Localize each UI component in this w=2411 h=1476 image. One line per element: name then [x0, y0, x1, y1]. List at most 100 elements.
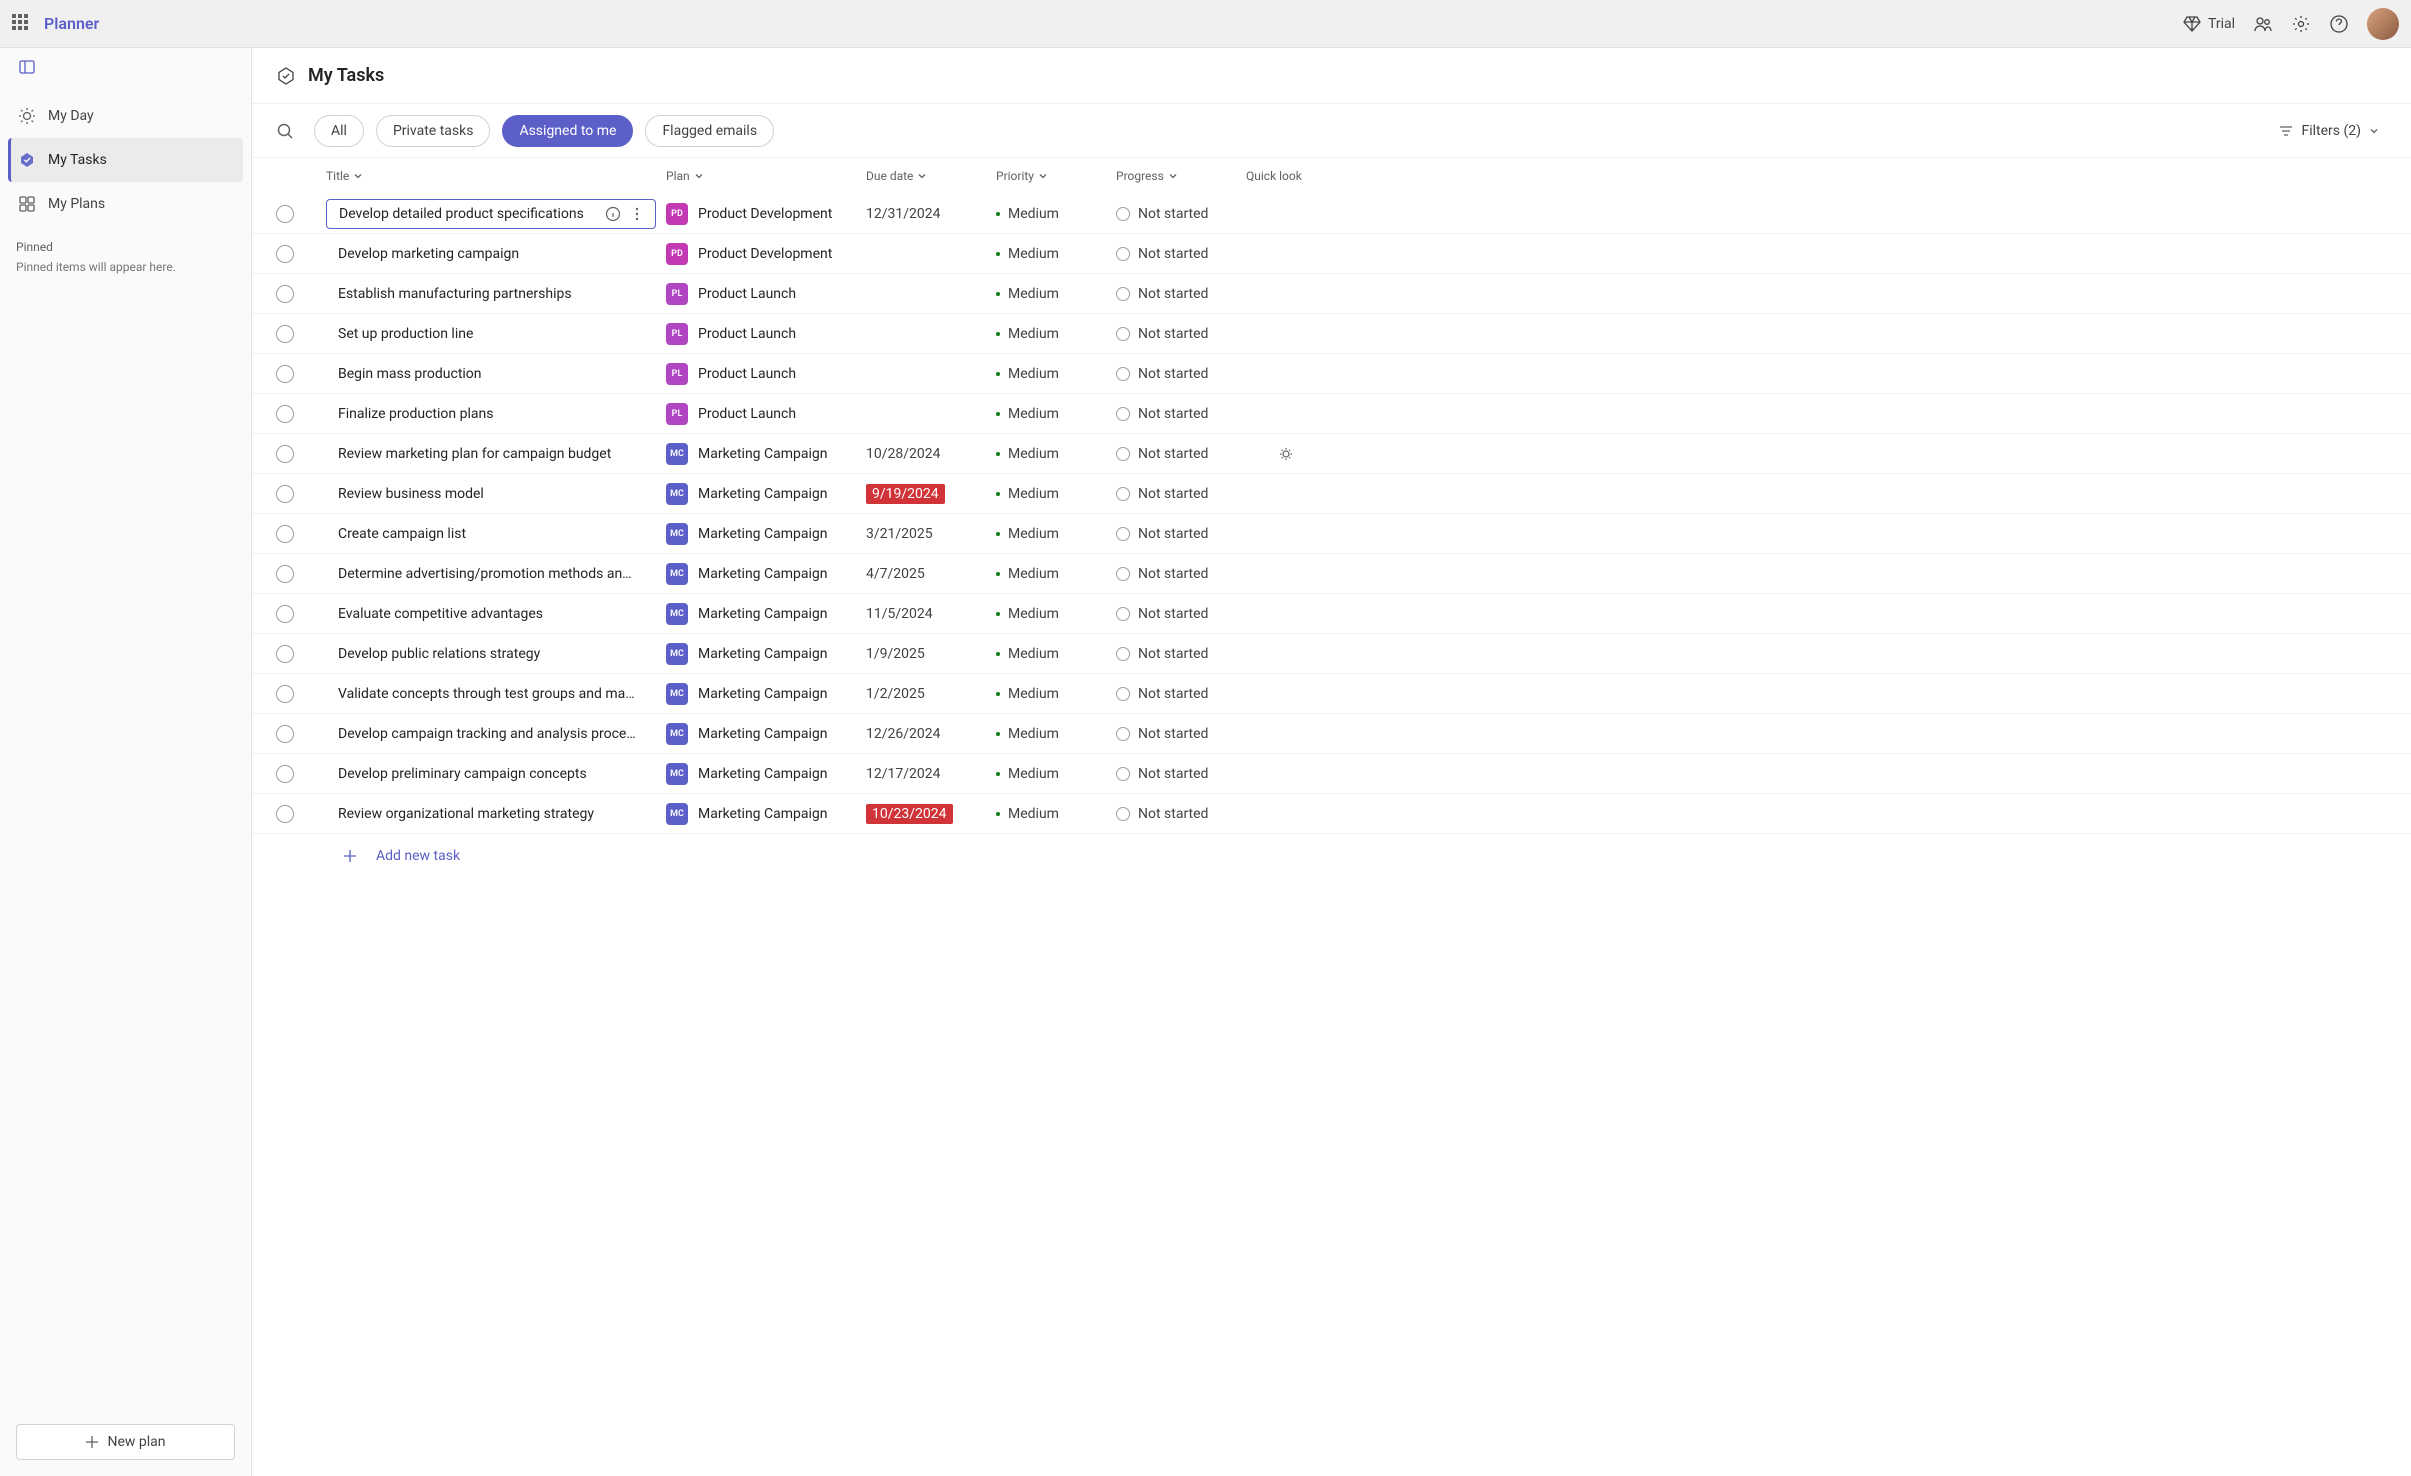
task-title-cell[interactable]: Begin mass production — [326, 359, 666, 389]
task-complete-radio[interactable] — [276, 365, 294, 383]
table-row[interactable]: Determine advertising/promotion methods … — [252, 554, 2411, 594]
tab-private-tasks[interactable]: Private tasks — [376, 115, 491, 147]
task-plan-cell[interactable]: MC Marketing Campaign — [666, 643, 866, 665]
task-title-cell[interactable]: Determine advertising/promotion methods … — [326, 559, 666, 589]
task-complete-radio[interactable] — [276, 645, 294, 663]
task-complete-radio[interactable] — [276, 205, 294, 223]
task-complete-radio[interactable] — [276, 285, 294, 303]
task-priority-cell[interactable]: Medium — [996, 646, 1116, 662]
task-progress-cell[interactable]: Not started — [1116, 246, 1246, 262]
task-progress-cell[interactable]: Not started — [1116, 486, 1246, 502]
task-priority-cell[interactable]: Medium — [996, 246, 1116, 262]
table-row[interactable]: Finalize production plans PL Product Lau… — [252, 394, 2411, 434]
task-priority-cell[interactable]: Medium — [996, 566, 1116, 582]
task-title-cell[interactable]: Develop preliminary campaign concepts — [326, 759, 666, 789]
task-due-cell[interactable]: 12/26/2024 — [866, 726, 996, 742]
task-progress-cell[interactable]: Not started — [1116, 806, 1246, 822]
task-title-cell[interactable]: Review marketing plan for campaign budge… — [326, 439, 666, 469]
task-progress-cell[interactable]: Not started — [1116, 606, 1246, 622]
task-plan-cell[interactable]: PD Product Development — [666, 243, 866, 265]
task-title-cell[interactable]: Develop public relations strategy — [326, 639, 666, 669]
task-due-cell[interactable]: 12/31/2024 — [866, 206, 996, 222]
column-header-due-date[interactable]: Due date — [866, 169, 996, 183]
task-progress-cell[interactable]: Not started — [1116, 206, 1246, 222]
task-due-cell[interactable]: 4/7/2025 — [866, 566, 996, 582]
task-plan-cell[interactable]: MC Marketing Campaign — [666, 723, 866, 745]
task-title-cell[interactable]: Develop marketing campaign — [326, 239, 666, 269]
quick-look-icon[interactable] — [1278, 446, 1294, 462]
task-priority-cell[interactable]: Medium — [996, 446, 1116, 462]
task-progress-cell[interactable]: Not started — [1116, 366, 1246, 382]
task-progress-cell[interactable]: Not started — [1116, 406, 1246, 422]
task-due-cell[interactable]: 1/2/2025 — [866, 686, 996, 702]
task-complete-radio[interactable] — [276, 565, 294, 583]
gear-icon[interactable] — [2291, 14, 2311, 34]
task-plan-cell[interactable]: PL Product Launch — [666, 363, 866, 385]
table-row[interactable]: Review marketing plan for campaign budge… — [252, 434, 2411, 474]
tab-assigned-to-me[interactable]: Assigned to me — [502, 115, 633, 147]
column-header-plan[interactable]: Plan — [666, 169, 866, 183]
task-title-cell[interactable]: Establish manufacturing partnerships — [326, 279, 666, 309]
task-due-cell[interactable]: 9/19/2024 — [866, 484, 996, 504]
task-plan-cell[interactable]: MC Marketing Campaign — [666, 683, 866, 705]
task-priority-cell[interactable]: Medium — [996, 206, 1116, 222]
task-progress-cell[interactable]: Not started — [1116, 446, 1246, 462]
task-title-cell[interactable]: Validate concepts through test groups an… — [326, 679, 666, 709]
add-new-task-button[interactable]: Add new task — [252, 834, 2411, 878]
task-plan-cell[interactable]: MC Marketing Campaign — [666, 603, 866, 625]
task-plan-cell[interactable]: PL Product Launch — [666, 403, 866, 425]
task-progress-cell[interactable]: Not started — [1116, 646, 1246, 662]
column-header-title[interactable]: Title — [326, 169, 666, 183]
table-row[interactable]: Develop campaign tracking and analysis p… — [252, 714, 2411, 754]
task-priority-cell[interactable]: Medium — [996, 406, 1116, 422]
task-title-cell[interactable]: Review organizational marketing strategy — [326, 799, 666, 829]
task-plan-cell[interactable]: MC Marketing Campaign — [666, 803, 866, 825]
task-priority-cell[interactable]: Medium — [996, 286, 1116, 302]
sidebar-item-my-day[interactable]: My Day — [8, 94, 243, 138]
task-title-cell[interactable]: Develop detailed product specifications — [326, 199, 656, 229]
task-plan-cell[interactable]: MC Marketing Campaign — [666, 443, 866, 465]
table-row[interactable]: Validate concepts through test groups an… — [252, 674, 2411, 714]
task-priority-cell[interactable]: Medium — [996, 526, 1116, 542]
task-plan-cell[interactable]: MC Marketing Campaign — [666, 483, 866, 505]
app-launcher-icon[interactable] — [12, 14, 32, 34]
help-icon[interactable] — [2329, 14, 2349, 34]
task-plan-cell[interactable]: MC Marketing Campaign — [666, 763, 866, 785]
info-icon[interactable] — [605, 206, 621, 222]
task-plan-cell[interactable]: PD Product Development — [666, 203, 866, 225]
table-row[interactable]: Review business model MC Marketing Campa… — [252, 474, 2411, 514]
column-header-progress[interactable]: Progress — [1116, 169, 1246, 183]
task-priority-cell[interactable]: Medium — [996, 486, 1116, 502]
task-complete-radio[interactable] — [276, 805, 294, 823]
task-priority-cell[interactable]: Medium — [996, 686, 1116, 702]
search-icon[interactable] — [276, 122, 294, 140]
task-complete-radio[interactable] — [276, 605, 294, 623]
task-complete-radio[interactable] — [276, 525, 294, 543]
task-progress-cell[interactable]: Not started — [1116, 566, 1246, 582]
table-row[interactable]: Evaluate competitive advantages MC Marke… — [252, 594, 2411, 634]
people-icon[interactable] — [2253, 14, 2273, 34]
task-quick-look-cell[interactable] — [1246, 446, 1326, 462]
task-due-cell[interactable]: 12/17/2024 — [866, 766, 996, 782]
trial-button[interactable]: Trial — [2182, 14, 2235, 34]
task-progress-cell[interactable]: Not started — [1116, 526, 1246, 542]
task-progress-cell[interactable]: Not started — [1116, 286, 1246, 302]
table-row[interactable]: Develop public relations strategy MC Mar… — [252, 634, 2411, 674]
filters-button[interactable]: Filters (2) — [2271, 123, 2387, 139]
task-due-cell[interactable]: 10/28/2024 — [866, 446, 996, 462]
table-row[interactable]: Develop preliminary campaign concepts MC… — [252, 754, 2411, 794]
task-due-cell[interactable]: 1/9/2025 — [866, 646, 996, 662]
task-progress-cell[interactable]: Not started — [1116, 326, 1246, 342]
sidebar-item-my-tasks[interactable]: My Tasks — [8, 138, 243, 182]
task-priority-cell[interactable]: Medium — [996, 366, 1116, 382]
task-due-cell[interactable]: 11/5/2024 — [866, 606, 996, 622]
table-row[interactable]: Create campaign list MC Marketing Campai… — [252, 514, 2411, 554]
task-title-cell[interactable]: Review business model — [326, 479, 666, 509]
task-plan-cell[interactable]: PL Product Launch — [666, 323, 866, 345]
task-complete-radio[interactable] — [276, 685, 294, 703]
table-row[interactable]: Review organizational marketing strategy… — [252, 794, 2411, 834]
more-icon[interactable] — [629, 206, 645, 222]
tab-flagged-emails[interactable]: Flagged emails — [645, 115, 774, 147]
task-complete-radio[interactable] — [276, 725, 294, 743]
task-plan-cell[interactable]: PL Product Launch — [666, 283, 866, 305]
